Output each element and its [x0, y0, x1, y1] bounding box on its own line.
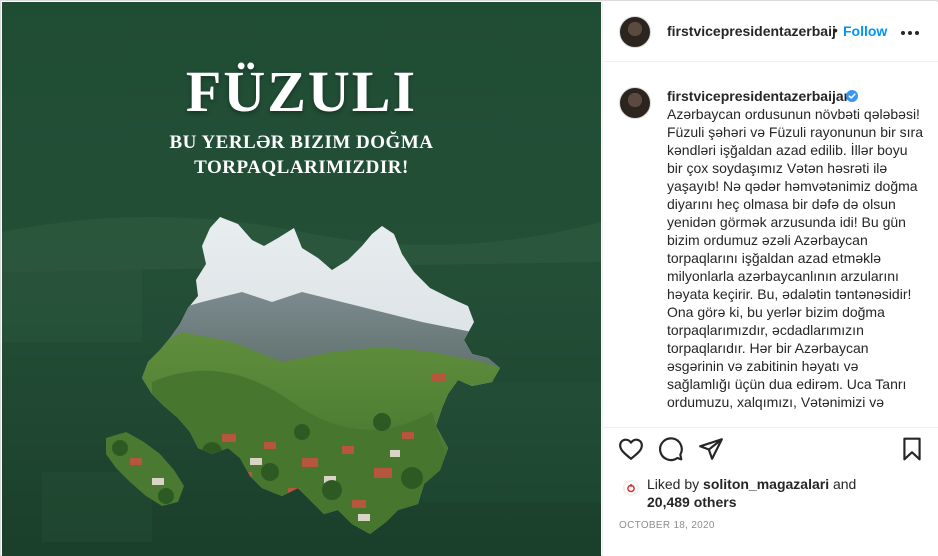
avatar[interactable]	[619, 16, 651, 48]
caption-username[interactable]: firstvicepresidentazerbaijan	[667, 88, 852, 104]
paper-plane-icon[interactable]	[698, 436, 724, 462]
more-horizontal-icon[interactable]	[901, 22, 919, 40]
verified-badge-icon	[846, 90, 858, 102]
comment-icon[interactable]	[658, 436, 684, 462]
header-username[interactable]: firstvicepresidentazerbaijan	[667, 23, 835, 39]
poster-subtitle-line2: TORPAQLARIMIZDIR!	[194, 157, 409, 178]
post-header: firstvicepresidentazerbaijan • Follow	[603, 2, 938, 62]
likes-summary: Liked by soliton_magazalari and 20,489 o…	[603, 472, 938, 520]
header-separator: •	[833, 22, 838, 38]
caption-text: Azərbaycan ordusunun növbəti qələbəsi! F…	[667, 106, 924, 410]
post-date[interactable]: OCTOBER 18, 2020	[619, 520, 715, 531]
caption-area[interactable]: firstvicepresidentazerbaijan Azərbaycan …	[603, 62, 938, 427]
follow-button[interactable]: Follow	[843, 23, 887, 39]
caption-avatar[interactable]	[619, 87, 651, 119]
post-image[interactable]: FÜZULI BU YERLƏR BIZIM DOĞMA TORPAQLARIM…	[2, 2, 601, 556]
liked-by-line: Liked by soliton_magazalari and	[647, 476, 856, 492]
poster-title: FÜZULI	[185, 59, 418, 124]
heart-icon[interactable]	[618, 436, 644, 462]
liked-by-and: and	[832, 476, 857, 492]
action-bar	[603, 427, 938, 471]
poster-subtitle-line1: BU YERLƏR BIZIM DOĞMA	[169, 132, 434, 153]
liked-by-prefix: Liked by	[647, 476, 700, 492]
likes-count[interactable]: 20,489 others	[647, 494, 737, 510]
post-dialog: FÜZULI BU YERLƏR BIZIM DOĞMA TORPAQLARIM…	[0, 0, 938, 556]
post-sidebar: firstvicepresidentazerbaijan • Follow fi…	[602, 2, 938, 556]
liked-by-user[interactable]: soliton_magazalari	[703, 476, 829, 492]
bookmark-icon[interactable]	[899, 436, 925, 462]
liker-avatar-icon[interactable]	[623, 480, 639, 496]
